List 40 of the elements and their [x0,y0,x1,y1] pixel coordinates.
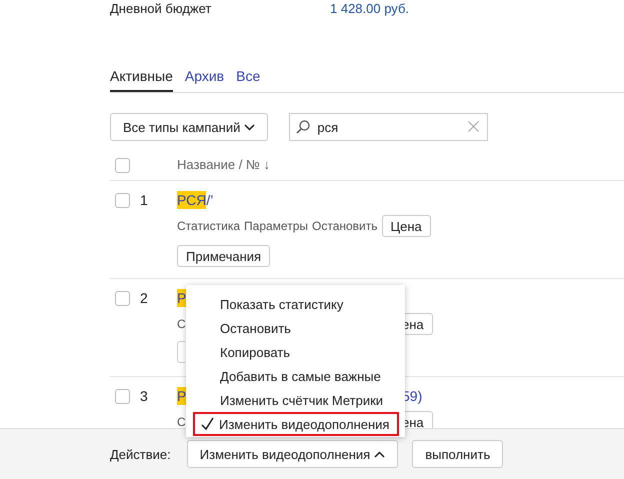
campaign-link[interactable]: С [177,415,186,428]
close-icon[interactable] [468,121,480,132]
select-all-checkbox[interactable] [115,158,130,173]
price-button[interactable]: Цена [382,215,431,237]
campaign-link[interactable]: Остановить [312,219,378,233]
notes-button[interactable]: Примечания [177,245,270,267]
row-checkbox[interactable] [115,291,130,306]
row-number: 2 [140,289,149,307]
campaign-title[interactable]: Р [177,387,186,405]
tab[interactable]: Архив [184,63,224,92]
campaign-link[interactable]: С [177,317,186,331]
menu-item[interactable]: Добавить в самые важные [193,364,399,388]
caret-icon [244,124,256,130]
campaign-title[interactable]: Р [177,289,186,307]
action-label: Действие: [110,446,171,462]
campaign-title[interactable]: РСЯ/’ [177,191,624,209]
search-icon [296,120,310,134]
budget-value: 1 428.00 руб. [330,0,410,17]
row-number: 3 [140,387,149,405]
row-number: 1 [140,191,149,209]
menu-item[interactable]: Изменить видеодополнения [193,412,399,436]
campaign-type-select[interactable]: Все типы кампаний [110,113,268,141]
tab[interactable]: Активные [110,63,173,92]
caret-icon [374,450,386,458]
menu-item[interactable]: Изменить счётчик Метрики [193,388,399,412]
menu-item[interactable]: Копировать [193,340,399,364]
campaign-link[interactable]: Статистика [177,219,240,233]
row-checkbox[interactable] [115,193,130,208]
menu-item[interactable]: Остановить [193,316,399,340]
action-select[interactable]: Изменить видеодополнения [186,440,398,468]
campaign-link[interactable]: Параметры [244,219,308,233]
run-button[interactable]: выполнить [412,440,504,468]
budget-label: Дневной бюджет [110,0,212,17]
notes-button-edge[interactable] [177,341,185,363]
column-header[interactable]: Название / № ↓ [177,156,624,174]
row-checkbox[interactable] [115,389,130,404]
search-field[interactable]: рся [289,113,488,141]
menu-item[interactable]: Показать статистику [193,292,399,316]
check-icon [201,417,214,431]
tab[interactable]: Все [236,63,260,92]
